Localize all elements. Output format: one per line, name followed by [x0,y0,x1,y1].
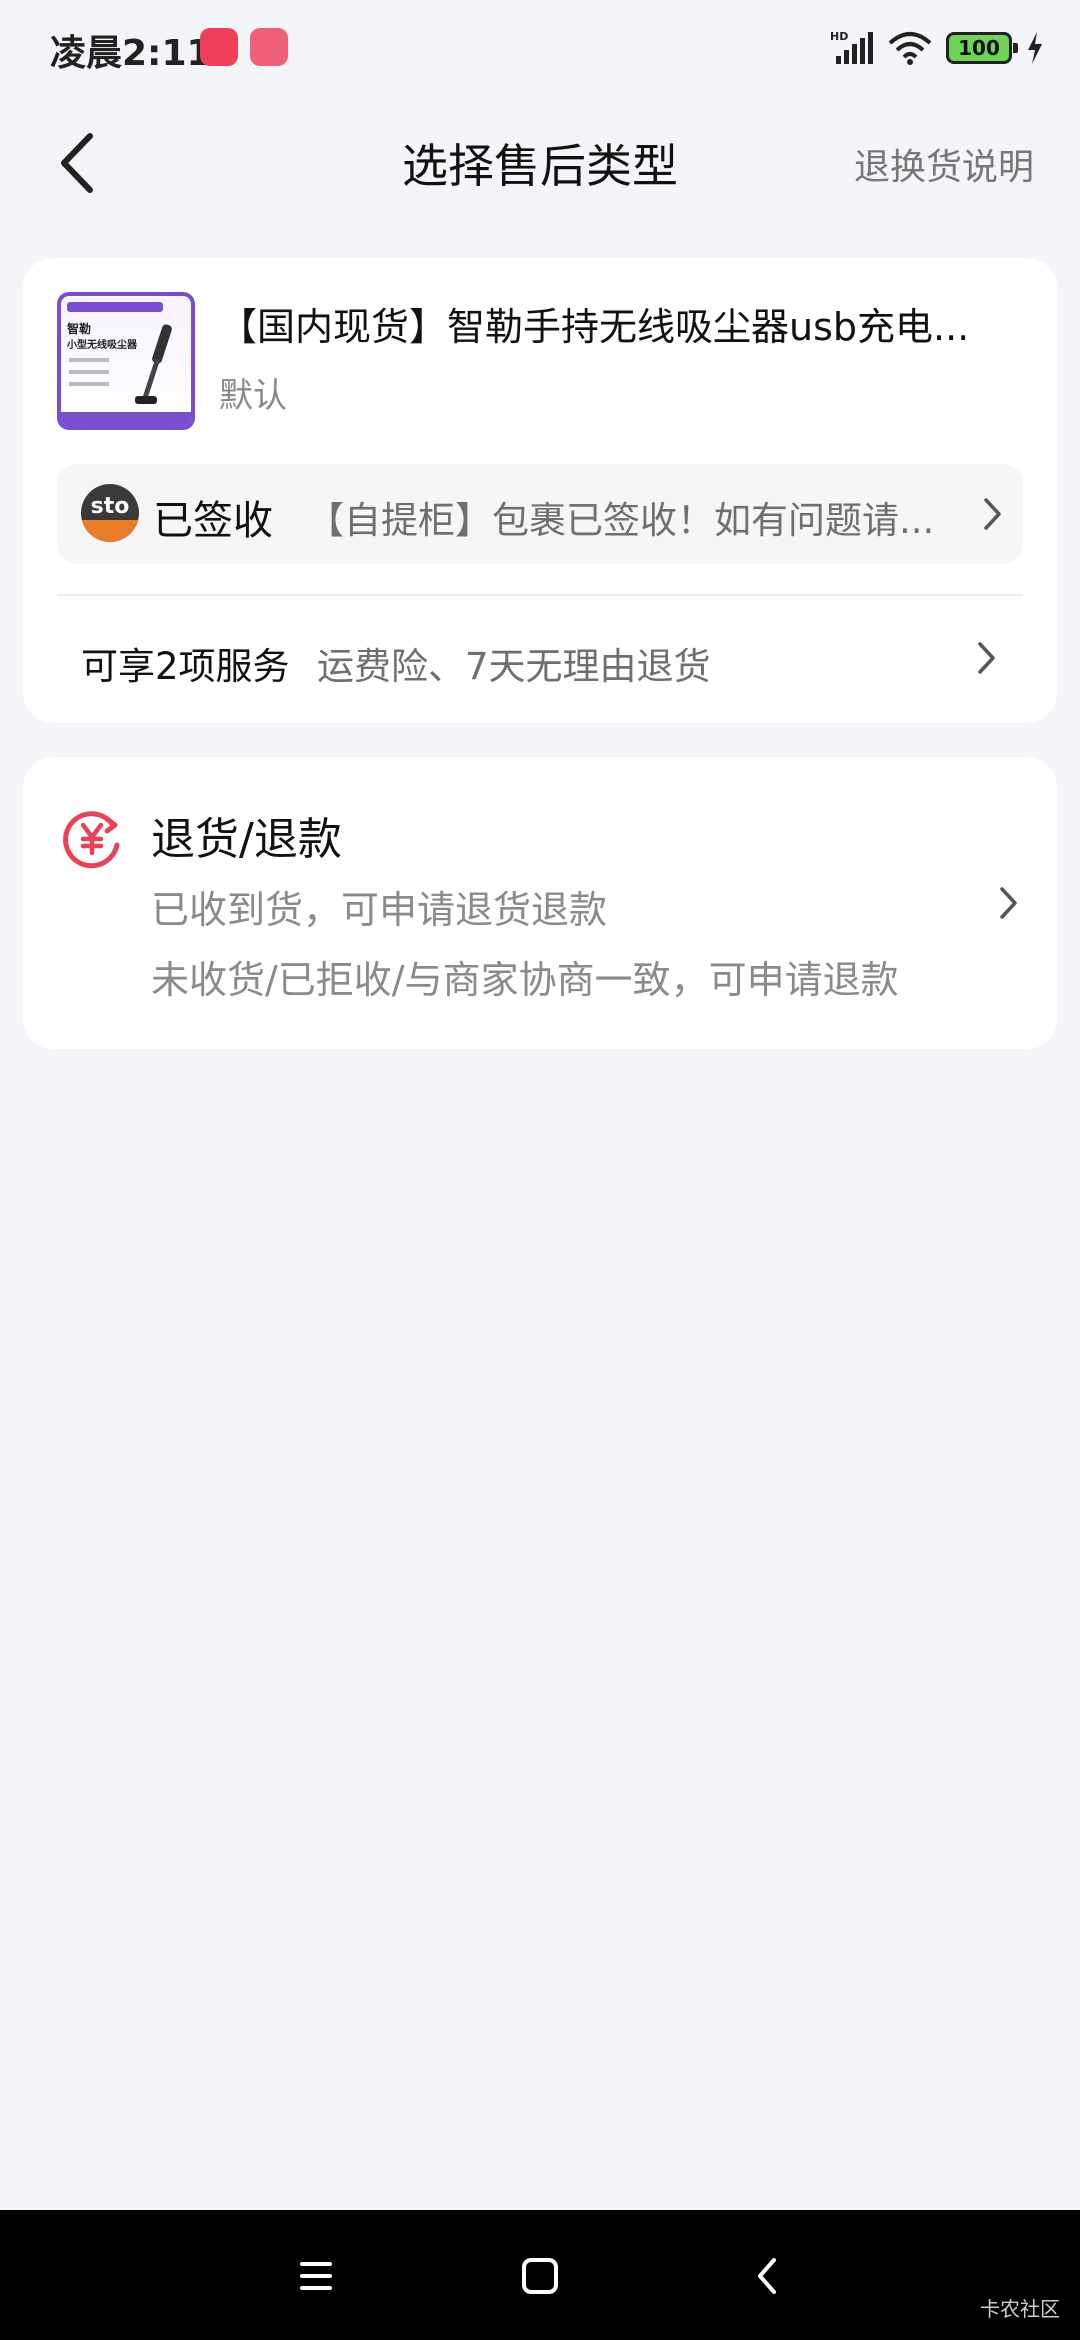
system-nav-bar: 卡农社区 [0,2210,1080,2340]
wifi-icon [888,32,932,65]
order-card: 智勒 小型无线吸尘器 【国内现货】智勒手持无线吸尘器usb充电... 默认 st… [23,258,1057,723]
yen-return-icon [63,811,120,869]
thumb-line [69,358,109,362]
courier-logo: sto [81,484,139,542]
status-time: 凌晨2:11 [50,33,212,74]
logistics-status: 已签收 [153,498,273,544]
thumb-tag [67,302,163,312]
chevron-right-icon[interactable] [971,638,1001,678]
option-title: 退货/退款 [151,814,342,865]
chevron-right-icon [984,498,1001,530]
battery-icon: 100 [946,32,1018,64]
menu-icon[interactable] [286,2246,346,2306]
thumb-brand: 智勒 [67,322,92,336]
thumb-footer [61,412,191,426]
option-description-1: 已收到货，可申请退货退款 [151,888,608,932]
product-thumbnail[interactable]: 智勒 小型无线吸尘器 [57,292,195,430]
top-nav: 选择售后类型 退换货说明 [0,110,1080,210]
thumb-subtitle: 小型无线吸尘器 [67,340,137,351]
battery-level: 100 [958,36,1000,60]
svg-text:HD: HD [830,30,848,43]
watermark: 卡农社区 [980,2297,1060,2321]
product-spec: 默认 [219,376,287,416]
app-notification-icon [250,28,288,66]
thumb-line [69,370,109,374]
services-detail[interactable]: 运费险、7天无理由退货 [317,636,711,690]
refund-option-card[interactable]: 退货/退款 已收到货，可申请退货退款 未收货/已拒收/与商家协商一致，可申请退款 [23,757,1057,1049]
thumb-line [69,382,109,386]
divider [57,594,1023,596]
logistics-row[interactable]: sto 已签收 【自提柜】包裹已签收！如有问题请... [57,464,1023,564]
chevron-right-icon [1000,887,1017,919]
home-icon[interactable] [510,2246,570,2306]
back-nav-icon[interactable] [738,2246,798,2306]
screen: 凌晨2:11 HD 100 选择售后类型 退换货说明 智勒 小型无线吸尘器 【国… [0,0,1080,2340]
option-description-2: 未收货/已拒收/与商家协商一致，可申请退款 [151,958,899,1002]
services-lead[interactable]: 可享2项服务 [81,636,290,690]
status-bar: 凌晨2:11 HD 100 [0,0,1080,96]
vacuum-icon [135,324,172,404]
charging-icon [1028,32,1042,64]
return-policy-link[interactable]: 退换货说明 [854,138,1034,190]
logistics-message: 【自提柜】包裹已签收！如有问题请... [307,499,935,542]
product-title[interactable]: 【国内现货】智勒手持无线吸尘器usb充电... [219,296,1029,351]
app-notification-icon [200,28,238,66]
status-icons: HD 100 [830,24,1044,72]
cellular-signal-icon: HD [830,30,873,64]
